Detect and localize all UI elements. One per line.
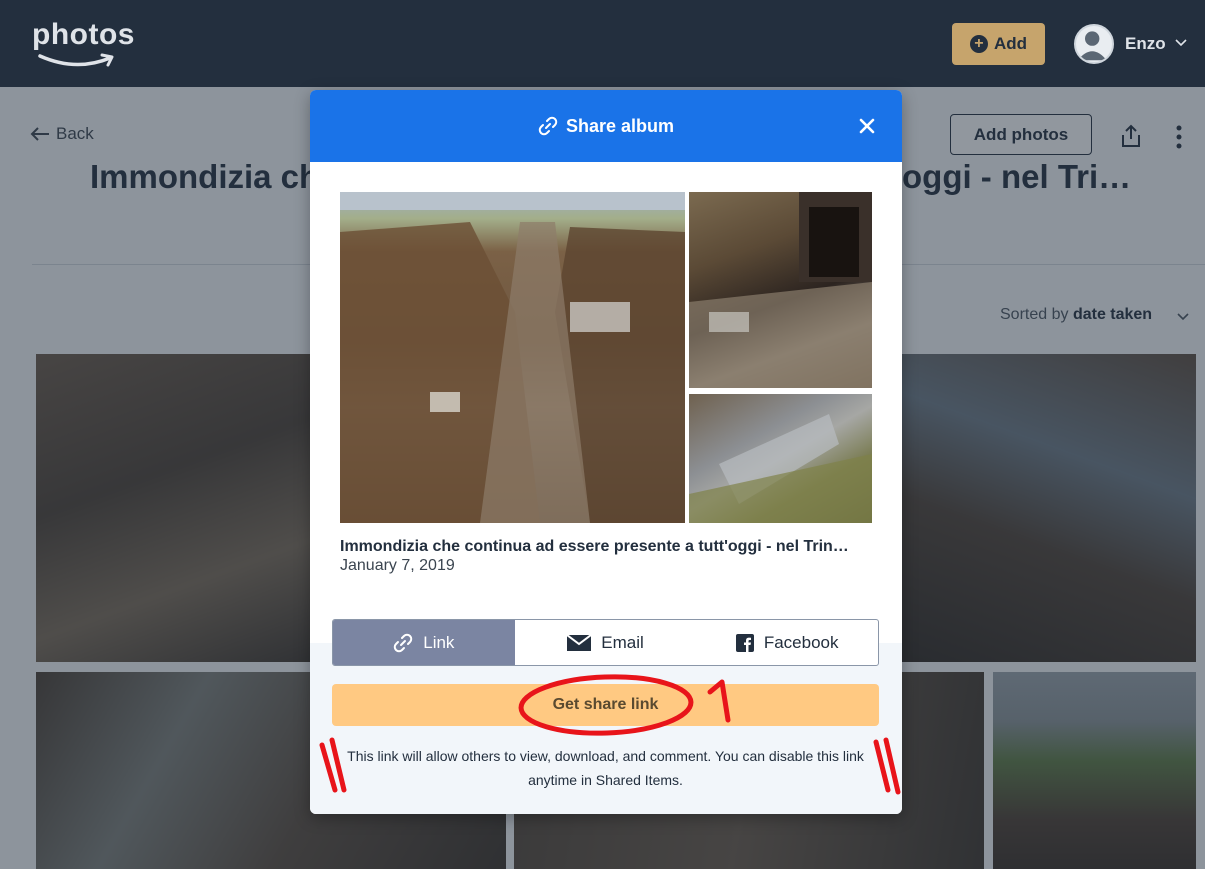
- red-annotation-marks: [319, 674, 901, 795]
